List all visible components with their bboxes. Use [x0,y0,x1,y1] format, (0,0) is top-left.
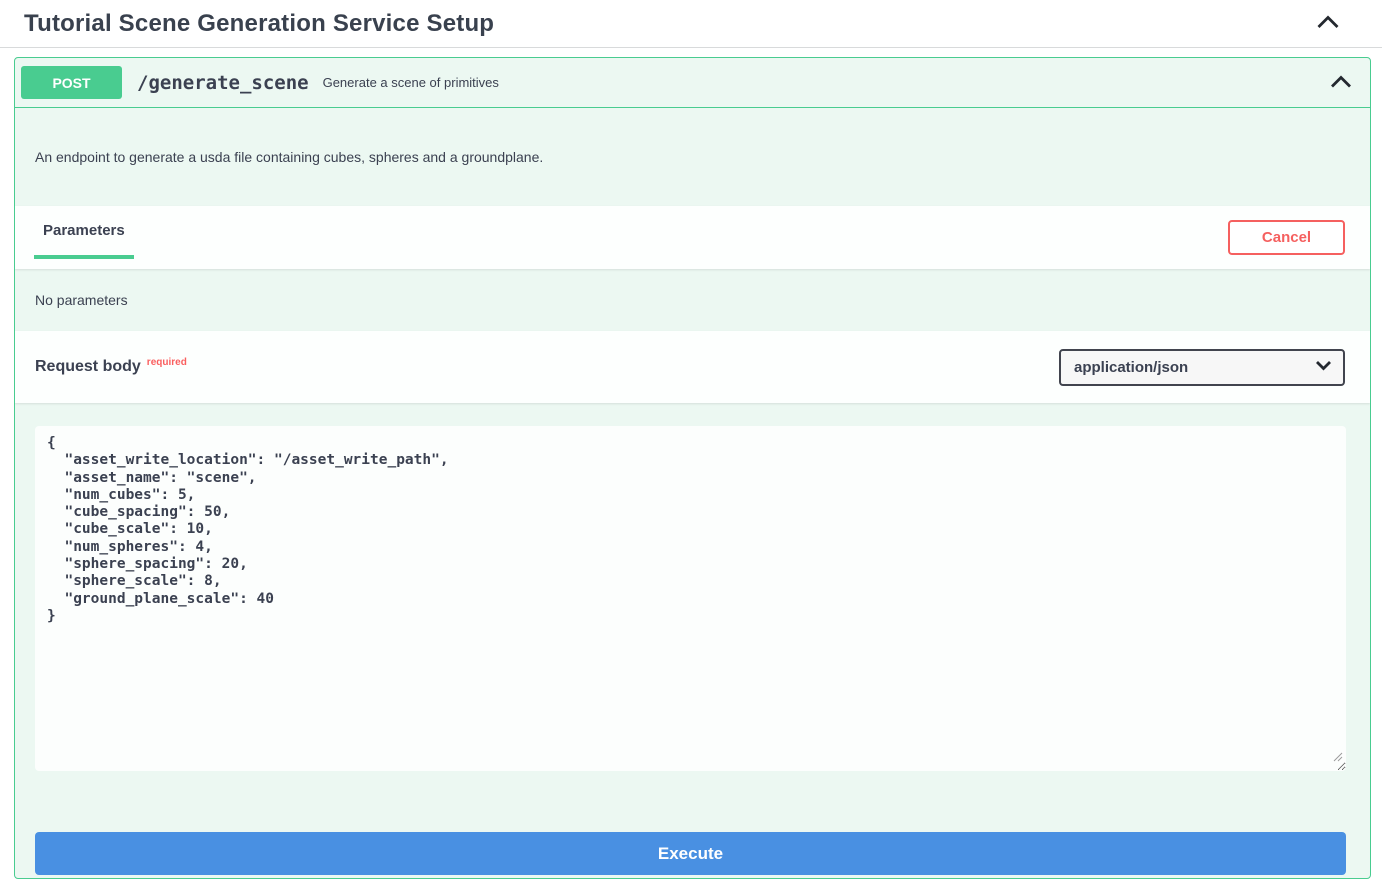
request-body-textarea[interactable]: { "asset_write_location": "/asset_write_… [35,426,1346,771]
request-body-label: Request body [35,358,141,375]
parameters-header-bar: Parameters Cancel [15,206,1370,269]
endpoint-description: An endpoint to generate a usda file cont… [15,108,1370,206]
endpoint-summary: Generate a scene of primitives [323,75,499,90]
request-body-editor: { "asset_write_location": "/asset_write_… [15,403,1370,875]
media-type-select[interactable]: application/json [1059,349,1345,386]
request-body-header-bar: Request body required application/json [15,331,1370,403]
request-body-label-group: Request body required [35,358,187,376]
section-header: Tutorial Scene Generation Service Setup [0,0,1382,48]
opblock-summary[interactable]: POST /generate_scene Generate a scene of… [15,58,1370,108]
media-type-select-wrap: application/json [1059,349,1345,386]
endpoint-path: /generate_scene [137,72,309,94]
execute-row: Execute [35,832,1346,875]
tab-parameters[interactable]: Parameters [34,206,134,259]
cancel-button[interactable]: Cancel [1228,220,1345,255]
required-flag: required [147,357,187,368]
section-collapse-button[interactable] [1316,14,1340,33]
request-body-textarea-wrap: { "asset_write_location": "/asset_write_… [35,426,1346,771]
method-badge: POST [21,66,122,99]
operation-collapse-button[interactable] [1330,74,1352,92]
opblock-post-generate-scene: POST /generate_scene Generate a scene of… [14,57,1371,879]
chevron-up-icon [1330,74,1352,92]
page-title: Tutorial Scene Generation Service Setup [24,10,494,38]
no-parameters-message: No parameters [15,269,1370,331]
execute-button[interactable]: Execute [35,832,1346,875]
chevron-up-icon [1316,14,1340,33]
